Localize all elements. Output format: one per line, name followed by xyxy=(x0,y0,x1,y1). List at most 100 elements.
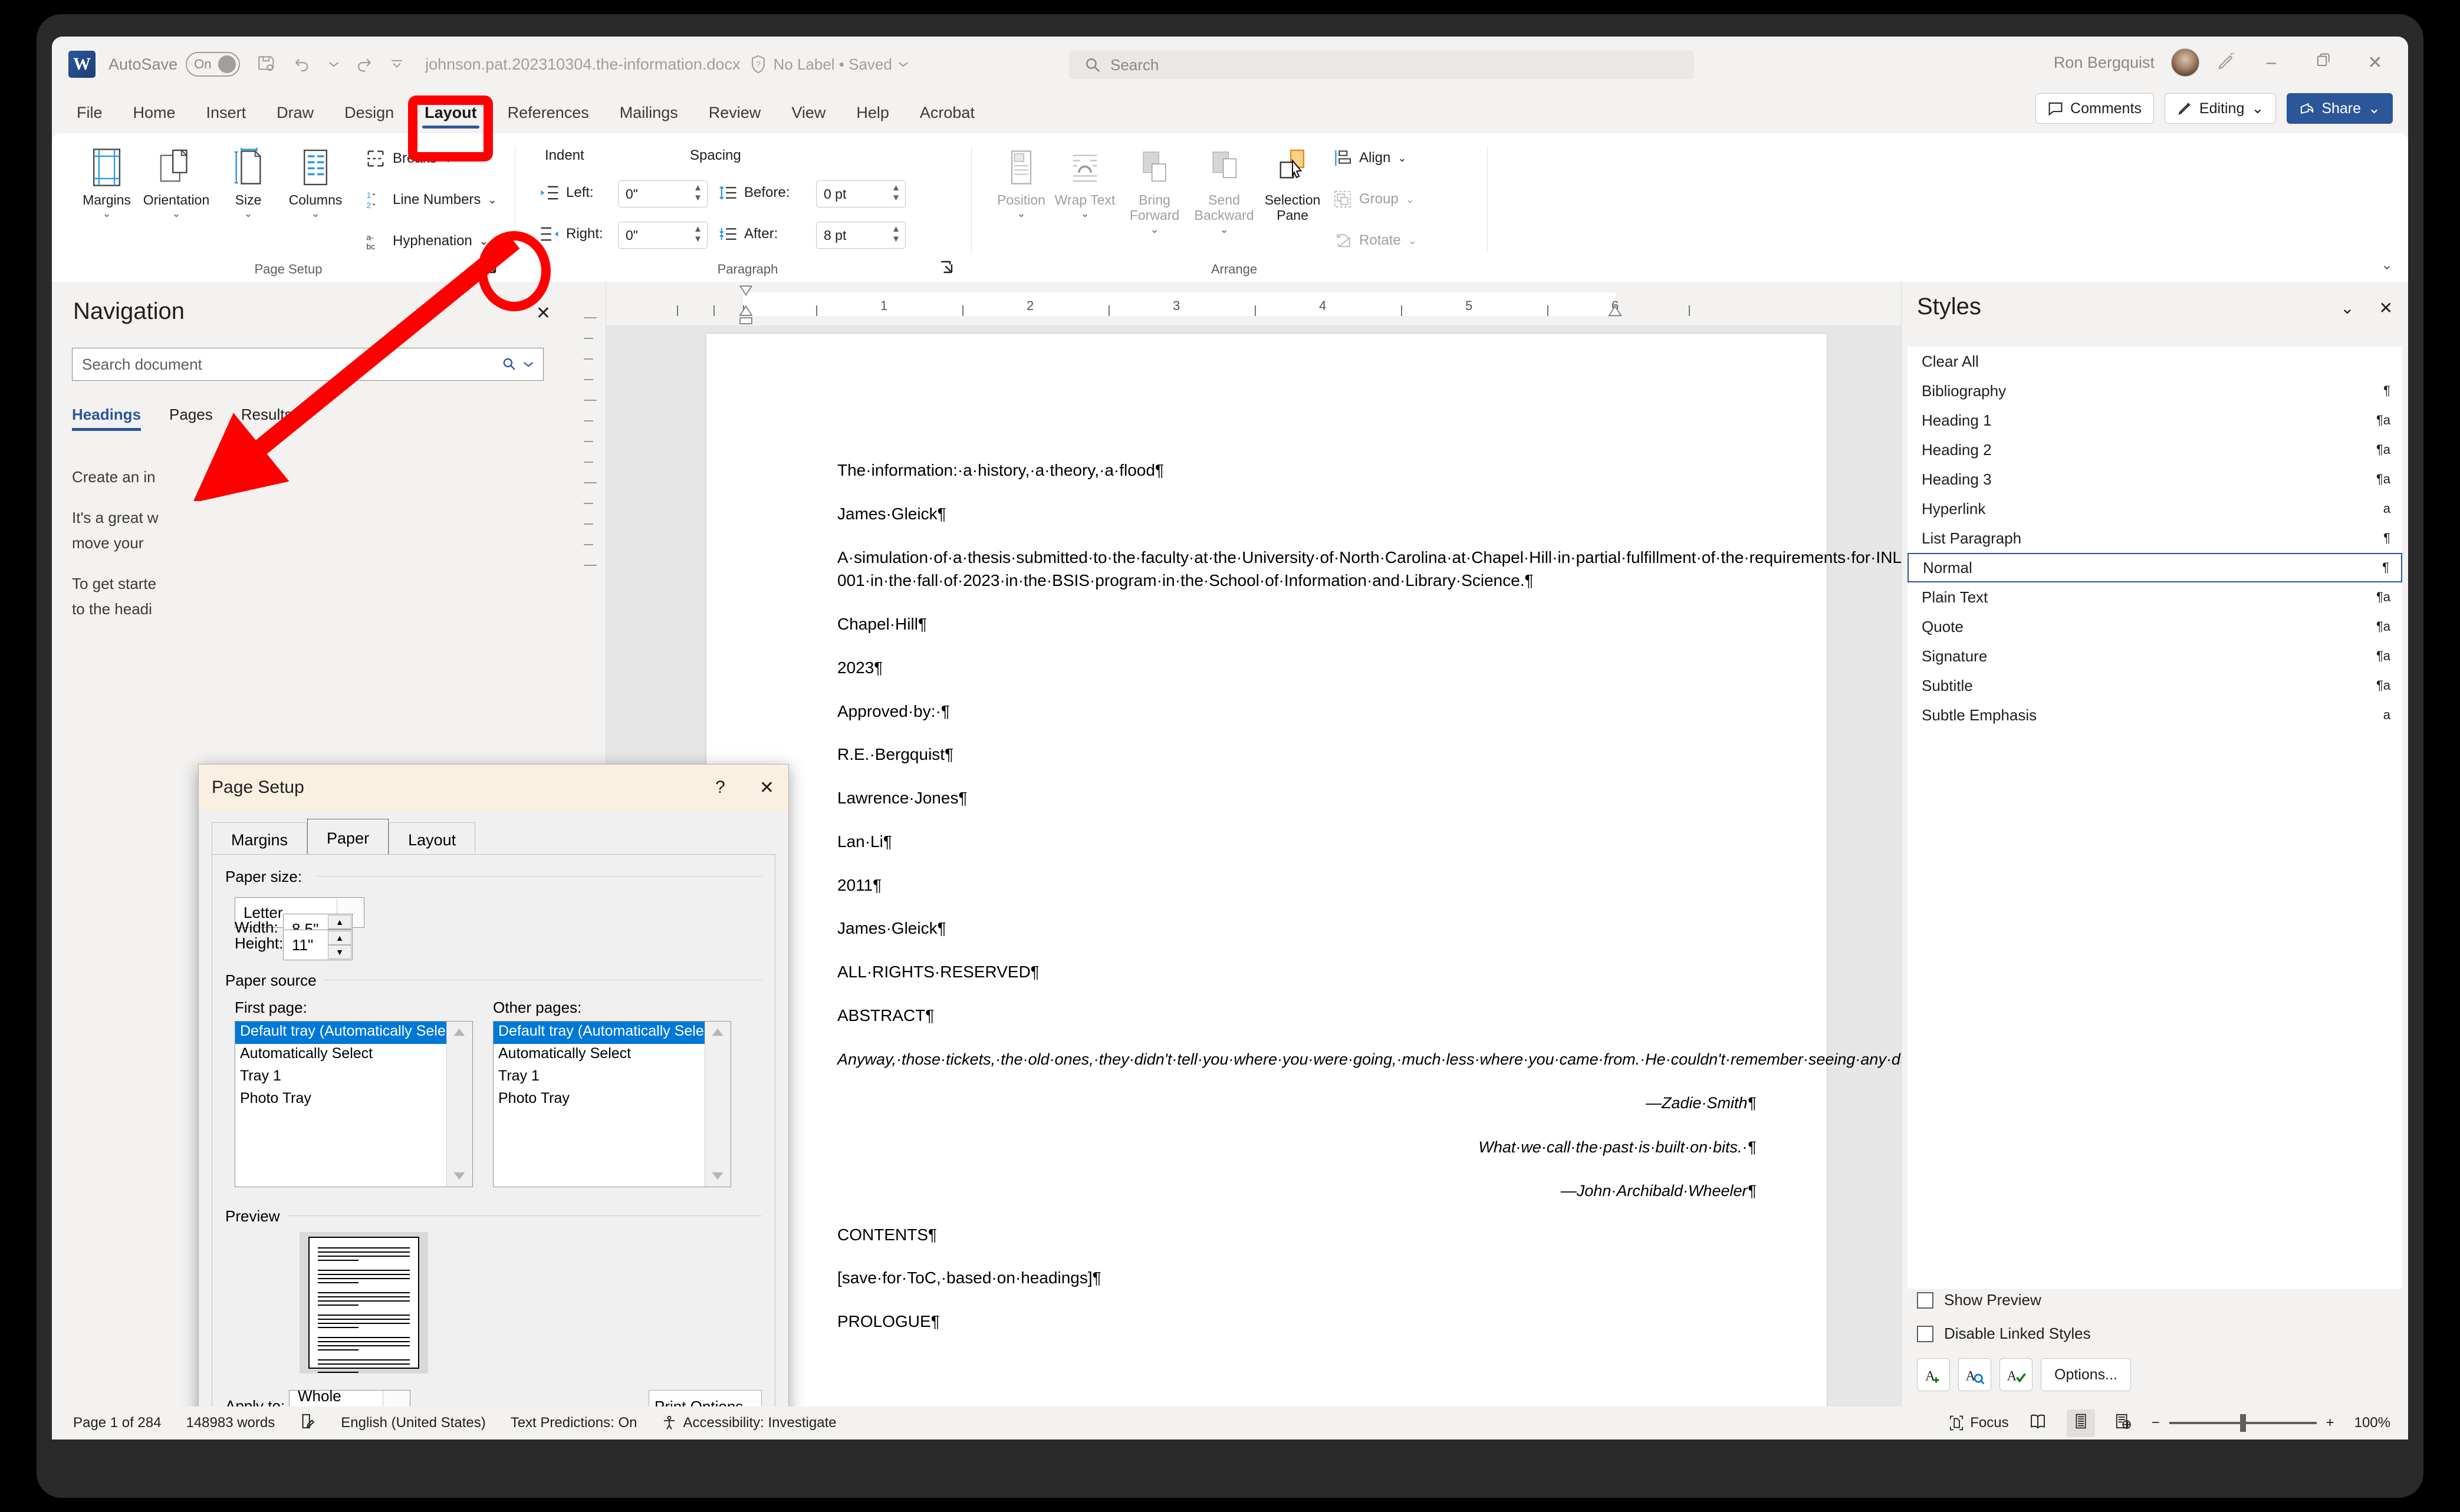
other-pages-listbox-scrollbar[interactable] xyxy=(705,1022,731,1187)
chevron-down-icon[interactable]: ⌄ xyxy=(142,207,211,220)
indent-left-input[interactable]: 0" ▲ ▼ xyxy=(618,180,708,207)
zoom-out-button[interactable]: − xyxy=(2152,1415,2160,1431)
tray-option-default[interactable]: Default tray (Automatically Select) xyxy=(494,1022,731,1044)
horizontal-ruler[interactable]: 1 2 3 4 5 6 xyxy=(606,282,1901,325)
redo-icon[interactable] xyxy=(354,54,374,74)
tray-option-tray1[interactable]: Tray 1 xyxy=(494,1066,731,1089)
zoom-in-button[interactable]: + xyxy=(2326,1415,2334,1431)
zoom-track[interactable] xyxy=(2169,1414,2317,1432)
collapse-ribbon-icon[interactable]: ⌄ xyxy=(2381,256,2393,274)
print-layout-icon[interactable] xyxy=(2066,1409,2095,1437)
tray-option-default[interactable]: Default tray (Automatically Select) xyxy=(235,1022,472,1044)
navigation-close-icon[interactable]: ✕ xyxy=(536,303,551,324)
tab-home[interactable]: Home xyxy=(118,95,191,130)
bring-forward-button[interactable]: Bring Forward ⌄ xyxy=(1120,143,1189,236)
tray-option-photo[interactable]: Photo Tray xyxy=(235,1089,472,1111)
indent-right-input[interactable]: 0" ▲ ▼ xyxy=(618,222,708,249)
show-preview-checkbox[interactable]: Show Preview xyxy=(1917,1291,2396,1309)
first-page-tray-listbox[interactable]: Default tray (Automatically Select) Auto… xyxy=(235,1021,473,1187)
navigation-tab-results[interactable]: Results xyxy=(241,406,292,431)
styles-pane-close-icon[interactable]: ✕ xyxy=(2379,298,2393,318)
spacing-after-stepper[interactable]: ▲ ▼ xyxy=(892,225,900,243)
hyphenation-button[interactable]: a-bc Hyphenation ⌄ xyxy=(366,231,488,251)
right-indent-marker[interactable] xyxy=(1607,305,1623,324)
autosave-toggle[interactable]: On xyxy=(186,52,241,77)
chevron-down-icon[interactable]: ⌄ xyxy=(1189,223,1259,236)
close-button[interactable]: ✕ xyxy=(2357,52,2393,73)
selection-pane-button[interactable]: Selection Pane xyxy=(1258,143,1327,223)
undo-icon[interactable] xyxy=(292,54,313,74)
navigation-search-input[interactable]: Search document xyxy=(72,348,544,381)
style-item-hyperlink[interactable]: Hyperlink a xyxy=(1908,494,2402,523)
zoom-level[interactable]: 100% xyxy=(2354,1415,2390,1431)
tab-draw[interactable]: Draw xyxy=(261,95,329,130)
indent-left-stepper[interactable]: ▲ ▼ xyxy=(693,183,702,202)
tray-option-auto[interactable]: Automatically Select xyxy=(494,1044,731,1066)
style-item-list-paragraph[interactable]: List Paragraph ¶ xyxy=(1908,523,2402,553)
group-button[interactable]: Group ⌄ xyxy=(1333,190,1415,209)
ribbon-display-options-icon[interactable] xyxy=(2216,51,2237,75)
width-stepper-up[interactable]: ▲ xyxy=(328,915,351,929)
tray-option-tray1[interactable]: Tray 1 xyxy=(235,1066,472,1089)
height-stepper-down[interactable]: ▼ xyxy=(328,945,351,959)
breaks-button[interactable]: Breaks ⌄ xyxy=(366,149,453,169)
orientation-button[interactable]: Orientation ⌄ xyxy=(142,143,211,220)
share-button[interactable]: Share ⌄ xyxy=(2287,93,2393,124)
wrap-text-button[interactable]: Wrap Text ⌄ xyxy=(1050,143,1120,220)
other-pages-tray-listbox[interactable]: Default tray (Automatically Select) Auto… xyxy=(493,1021,731,1187)
send-backward-button[interactable]: Send Backward ⌄ xyxy=(1189,143,1259,236)
chevron-down-icon[interactable]: ⌄ xyxy=(1050,207,1120,220)
style-item-heading-3[interactable]: Heading 3 ¶a xyxy=(1908,465,2402,494)
size-button[interactable]: Size ⌄ xyxy=(213,143,283,220)
focus-mode-button[interactable]: Focus xyxy=(1949,1415,2009,1431)
styles-pane-collapse-icon[interactable]: ⌄ xyxy=(2340,298,2354,318)
qat-more-icon[interactable] xyxy=(390,59,404,70)
document-title[interactable]: johnson.pat.202310304.the-information.do… xyxy=(425,55,740,74)
tab-file[interactable]: File xyxy=(61,95,118,130)
tray-option-photo[interactable]: Photo Tray xyxy=(494,1089,731,1111)
style-item-normal[interactable]: Normal ¶ xyxy=(1908,553,2402,582)
margins-button[interactable]: Margins ⌄ xyxy=(72,143,142,220)
tray-option-auto[interactable]: Automatically Select xyxy=(235,1044,472,1066)
navigation-tab-pages[interactable]: Pages xyxy=(169,406,213,431)
status-language[interactable]: English (United States) xyxy=(341,1415,485,1431)
web-layout-icon[interactable] xyxy=(2115,1413,2132,1434)
style-item-plain-text[interactable]: Plain Text ¶a xyxy=(1908,582,2402,612)
page-setup-dialog[interactable]: Page Setup ? ✕ Margins Paper Layout Pape… xyxy=(198,764,789,1439)
line-numbers-button[interactable]: 12 Line Numbers ⌄ xyxy=(366,190,497,210)
tab-acrobat[interactable]: Acrobat xyxy=(905,95,990,130)
tab-view[interactable]: View xyxy=(776,95,841,130)
style-inspector-icon[interactable]: A xyxy=(1958,1358,1991,1391)
document-page[interactable]: The·information:·a·history,·a·theory,·a·… xyxy=(706,334,1901,1406)
first-line-indent-marker[interactable] xyxy=(738,285,754,301)
style-item-quote[interactable]: Quote ¶a xyxy=(1908,612,2402,641)
spacing-after-input[interactable]: 8 pt ▲ ▼ xyxy=(816,222,906,249)
style-item-signature[interactable]: Signature ¶a xyxy=(1908,641,2402,671)
style-item-subtle-emphasis[interactable]: Subtle Emphasis a xyxy=(1908,700,2402,730)
editing-mode-button[interactable]: Editing ⌄ xyxy=(2164,93,2277,124)
chevron-down-icon[interactable]: ⌄ xyxy=(986,207,1056,220)
dialog-tab-paper[interactable]: Paper xyxy=(307,819,389,858)
tab-help[interactable]: Help xyxy=(841,95,905,130)
align-button[interactable]: Align ⌄ xyxy=(1333,149,1406,167)
indent-right-stepper[interactable]: ▲ ▼ xyxy=(693,225,702,243)
position-button[interactable]: Position ⌄ xyxy=(986,143,1056,220)
proofing-icon[interactable] xyxy=(300,1413,316,1434)
restore-button[interactable] xyxy=(2306,52,2341,73)
first-page-listbox-scrollbar[interactable] xyxy=(446,1022,472,1187)
minimize-button[interactable]: – xyxy=(2254,52,2289,73)
spacing-before-input[interactable]: 0 pt ▲ ▼ xyxy=(816,180,906,207)
dialog-close-icon[interactable]: ✕ xyxy=(759,778,774,798)
search-input[interactable]: Search xyxy=(1069,51,1694,79)
status-text-predictions[interactable]: Text Predictions: On xyxy=(511,1415,637,1431)
height-stepper-up[interactable]: ▲ xyxy=(328,931,351,945)
disable-linked-styles-checkbox[interactable]: Disable Linked Styles xyxy=(1917,1325,2396,1343)
status-words[interactable]: 148983 words xyxy=(186,1415,275,1431)
paragraph-dialog-launcher[interactable] xyxy=(938,258,955,276)
columns-button[interactable]: Columns ⌄ xyxy=(281,143,350,220)
tab-review[interactable]: Review xyxy=(693,95,777,130)
zoom-thumb[interactable] xyxy=(2239,1414,2246,1432)
style-item-bibliography[interactable]: Bibliography ¶ xyxy=(1908,376,2402,406)
dialog-tab-margins[interactable]: Margins xyxy=(212,822,308,858)
zoom-slider[interactable]: − + xyxy=(2152,1414,2334,1432)
